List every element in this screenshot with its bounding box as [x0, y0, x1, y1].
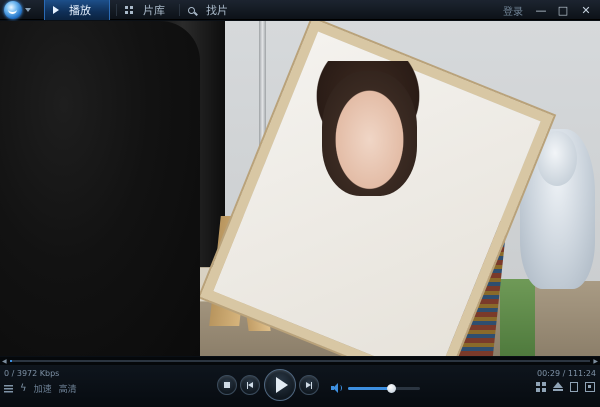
close-icon: ✕ — [581, 3, 591, 17]
volume-fill — [348, 387, 392, 390]
login-link[interactable]: 登录 — [503, 3, 523, 18]
previous-icon — [246, 381, 254, 389]
video-scene-cabinet — [500, 279, 535, 356]
volume-icon[interactable] — [331, 383, 342, 393]
right-tools — [536, 382, 595, 392]
next-button[interactable] — [299, 375, 319, 395]
tab-find-label: 找片 — [206, 4, 228, 17]
play-icon — [275, 377, 288, 393]
next-icon — [305, 381, 313, 389]
main-menu-button[interactable] — [4, 1, 34, 19]
close-button[interactable]: ✕ — [575, 0, 597, 20]
seek-progress-fill — [10, 360, 13, 362]
previous-button[interactable] — [240, 375, 260, 395]
maximize-icon: □ — [557, 3, 569, 17]
hd-button[interactable]: 高清 — [59, 382, 77, 395]
tab-library[interactable]: 片库 — [117, 0, 177, 20]
stop-icon — [224, 382, 230, 388]
eject-icon[interactable] — [553, 382, 563, 392]
fullscreen-icon[interactable] — [585, 382, 595, 392]
title-bar: 播放 片库 找片 登录 — □ ✕ — [0, 0, 600, 20]
tab-play-label: 播放 — [69, 4, 91, 17]
dropdown-arrow-icon — [25, 8, 31, 12]
video-scene-face — [322, 71, 417, 196]
volume-slider[interactable] — [348, 384, 420, 393]
seek-track[interactable] — [10, 360, 590, 362]
left-tools: ϟ 加速 高清 — [4, 382, 77, 395]
library-icon — [125, 6, 133, 14]
maximize-button[interactable]: □ — [552, 0, 574, 20]
layout-icon[interactable] — [536, 382, 546, 392]
player-logo-icon — [4, 1, 22, 19]
search-icon — [188, 6, 195, 14]
tab-library-label: 片库 — [143, 4, 165, 17]
lightning-icon[interactable]: ϟ — [20, 383, 27, 394]
seek-back-arrow-icon[interactable]: ◀ — [2, 358, 7, 365]
minimize-icon: — — [535, 3, 547, 17]
volume-knob[interactable] — [387, 384, 397, 393]
minimize-button[interactable]: — — [530, 0, 552, 20]
bitrate-readout: 0 / 3972 Kbps — [4, 369, 60, 378]
seek-bar[interactable]: ◀ ▶ — [0, 357, 600, 365]
file-icon[interactable] — [570, 382, 578, 392]
video-frame[interactable] — [0, 21, 600, 356]
tab-find[interactable]: 找片 — [180, 0, 240, 20]
seek-forward-arrow-icon[interactable]: ▶ — [593, 358, 598, 365]
playlist-icon[interactable] — [4, 384, 13, 393]
video-scene-foreground-person — [0, 21, 200, 356]
time-readout: 00:29 / 111:24 — [537, 369, 596, 378]
play-button[interactable] — [264, 369, 296, 401]
play-tab-icon — [53, 6, 59, 14]
stop-button[interactable] — [217, 375, 237, 395]
control-bar: 0 / 3972 Kbps 00:29 / 111:24 ϟ 加速 高清 — [0, 365, 600, 407]
accelerate-button[interactable]: 加速 — [34, 382, 52, 395]
tab-play[interactable]: 播放 — [44, 0, 110, 20]
